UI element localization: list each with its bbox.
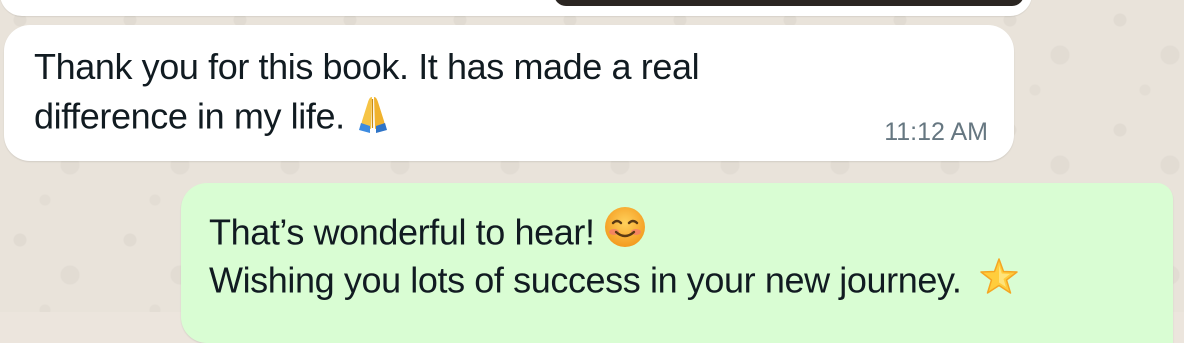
message-line-1: That’s wonderful to hear! [209, 207, 1021, 255]
message-line-1: Thank you for this book. It has made a r… [34, 46, 700, 87]
media-thumbnail[interactable] [554, 0, 1024, 6]
folded-hands-icon [353, 91, 393, 147]
message-text: That’s wonderful to hear! Wishing you lo… [209, 207, 1021, 303]
previous-media-message[interactable] [0, 0, 1032, 16]
message-line-2-text: Wishing you lots of success in your new … [209, 259, 962, 301]
incoming-message-bubble[interactable]: Thank you for this book. It has made a r… [4, 25, 1014, 161]
message-text: Thank you for this book. It has made a r… [34, 43, 700, 139]
smiling-face-icon [603, 205, 647, 261]
outgoing-message-bubble[interactable]: That’s wonderful to hear! Wishing you lo… [181, 183, 1173, 343]
message-line-2: Wishing you lots of success in your new … [209, 255, 1021, 303]
message-line-2-text: difference in my life. [34, 95, 345, 137]
glowing-star-icon [977, 255, 1021, 311]
message-line-2: difference in my life. [34, 91, 699, 139]
message-line-1-text: That’s wonderful to hear! [209, 211, 595, 253]
message-timestamp: 11:12 AM [884, 118, 988, 146]
